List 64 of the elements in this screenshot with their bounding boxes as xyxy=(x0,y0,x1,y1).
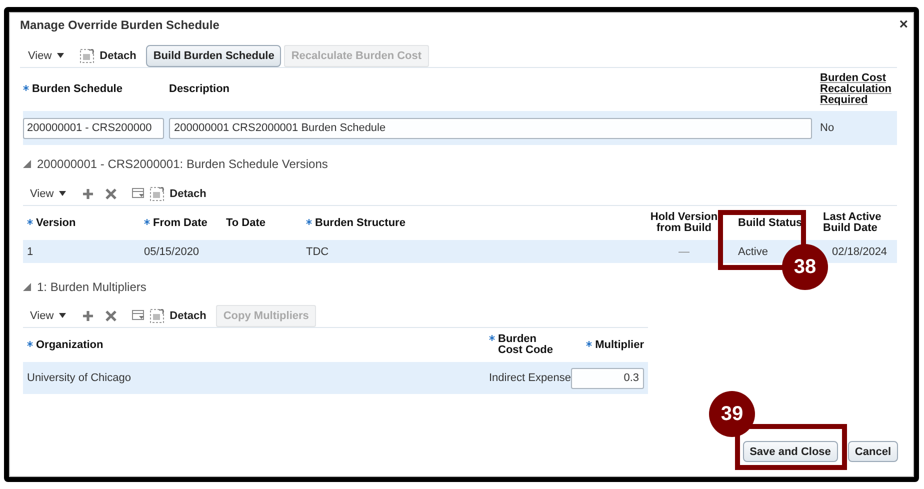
column-header: Last Active Build Date xyxy=(823,212,882,234)
detach-icon xyxy=(80,48,94,62)
detach-icon xyxy=(150,308,164,322)
toolbar-button[interactable]: Build Burden Schedule xyxy=(146,44,282,66)
table-cell: TDC xyxy=(306,246,329,258)
column-header: Build Status xyxy=(738,218,802,228)
caret-icon xyxy=(58,191,66,196)
input-field[interactable]: 200000001 - CRS200000 xyxy=(23,118,164,138)
export-button[interactable] xyxy=(132,188,145,200)
close-button[interactable]: × xyxy=(899,18,908,32)
plus-icon xyxy=(82,310,94,322)
step-badge: 38 xyxy=(782,244,828,290)
triangle-down-icon xyxy=(23,160,31,168)
detach-icon xyxy=(150,186,164,200)
column-header: From Date xyxy=(153,218,208,228)
table-export-icon xyxy=(132,310,145,322)
input-field[interactable]: 200000001 CRS2000001 Burden Schedule xyxy=(169,118,812,138)
detach-button[interactable]: Detach xyxy=(150,186,206,200)
triangle-down-icon xyxy=(23,283,31,291)
delete-button[interactable] xyxy=(104,188,117,200)
table-cell: 05/15/2020 xyxy=(144,246,200,258)
input-field[interactable]: 0.3 xyxy=(571,368,644,388)
view-menu[interactable]: View xyxy=(30,188,66,200)
view-menu[interactable]: View xyxy=(28,50,64,62)
cross-icon xyxy=(104,310,117,322)
dialog-title: Manage Override Burden Schedule xyxy=(20,18,220,32)
detach-button[interactable]: Detach xyxy=(150,308,206,322)
delete-button[interactable] xyxy=(104,310,117,322)
plus-icon xyxy=(82,188,94,200)
table-cell: University of Chicago xyxy=(27,372,131,384)
column-header: Version xyxy=(36,218,76,228)
column-header: Burden Cost Recalculation Required xyxy=(820,73,893,106)
column-header: Burden Structure xyxy=(315,218,406,228)
table-cell: — xyxy=(678,246,690,258)
column-header: Description xyxy=(169,84,230,95)
caret-icon xyxy=(56,53,64,58)
section-title: 1: Burden Multipliers xyxy=(37,280,146,294)
footer-button[interactable]: Cancel xyxy=(848,441,898,462)
footer-button[interactable]: Save and Close xyxy=(742,441,838,462)
add-button[interactable] xyxy=(82,188,94,200)
table-cell: 1 xyxy=(27,246,34,258)
table-cell: No xyxy=(820,122,834,134)
table-export-icon xyxy=(132,188,145,200)
table-cell: 02/18/2024 xyxy=(832,246,888,258)
column-header: Burden Schedule xyxy=(32,84,122,95)
column-header: Hold Version from Build xyxy=(649,212,719,234)
table-cell: Active xyxy=(738,246,768,258)
collapse-toggle[interactable] xyxy=(23,283,31,291)
column-header: Burden Cost Code xyxy=(498,334,554,356)
collapse-toggle[interactable] xyxy=(23,160,31,168)
table-row[interactable]: 200000001 - CRS200000 200000001 CRS2000001 Burden Schedule No xyxy=(23,111,897,145)
column-header: To Date xyxy=(226,218,266,228)
step-badge: 39 xyxy=(709,391,755,437)
table-row[interactable]: University of Chicago Indirect Expense 0.3 xyxy=(23,362,648,394)
column-header: Multiplier xyxy=(595,340,644,350)
column-header: Organization xyxy=(36,340,104,350)
caret-icon xyxy=(58,313,66,318)
add-button[interactable] xyxy=(82,310,94,322)
detach-button[interactable]: Detach xyxy=(80,48,136,62)
cross-icon xyxy=(104,188,117,200)
section-title: 200000001 - CRS2000001: Burden Schedule Versions xyxy=(37,157,328,171)
view-menu[interactable]: View xyxy=(30,310,66,322)
table-cell: Indirect Expense xyxy=(489,372,571,384)
export-button[interactable] xyxy=(132,310,145,322)
